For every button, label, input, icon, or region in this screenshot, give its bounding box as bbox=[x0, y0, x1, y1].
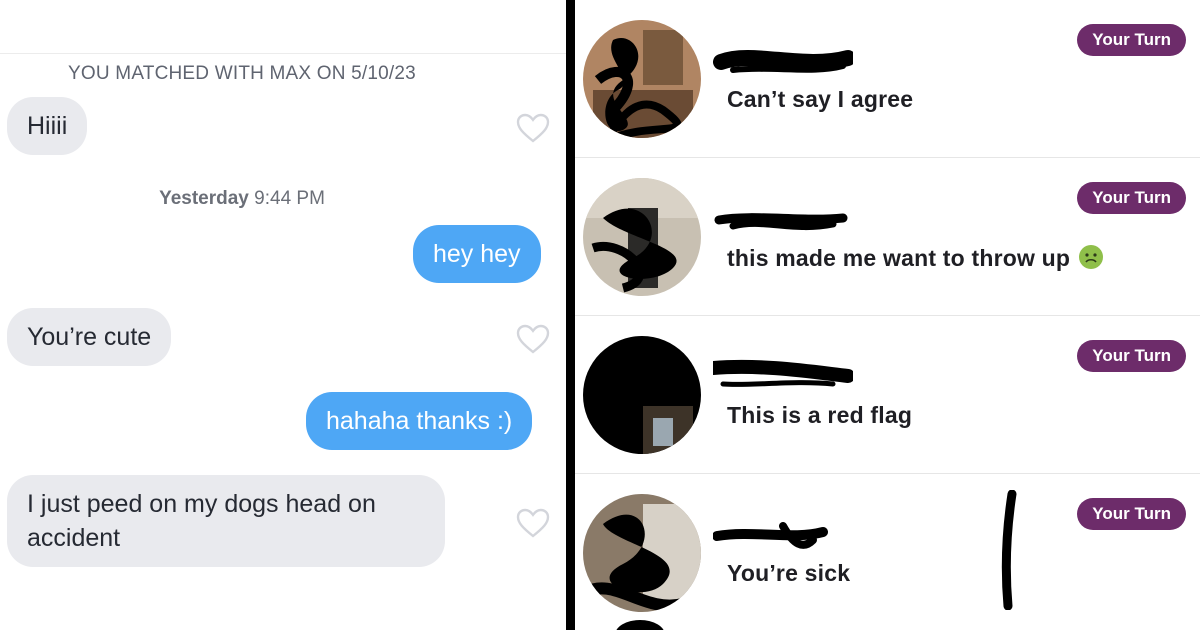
redacted-name-scribble bbox=[713, 522, 828, 549]
message-preview: this made me want to throw up bbox=[727, 244, 1104, 272]
your-turn-badge: Your Turn bbox=[1077, 340, 1186, 372]
message-preview: You’re sick bbox=[727, 560, 851, 586]
message-timestamp: Yesterday 9:44 PM bbox=[159, 188, 325, 209]
redacted-name-scribble bbox=[713, 359, 853, 387]
like-heart-icon[interactable] bbox=[515, 323, 551, 355]
message-bubble-incoming[interactable]: Hiiii bbox=[7, 97, 88, 155]
conversation-row[interactable]: this made me want to throw up Your Turn bbox=[575, 158, 1200, 316]
message-preview: Can’t say I agree bbox=[727, 86, 914, 112]
nauseated-face-icon bbox=[1079, 245, 1104, 269]
your-turn-badge: Your Turn bbox=[1077, 24, 1186, 56]
message-bubble-outgoing[interactable]: hey hey bbox=[413, 225, 541, 283]
message-bubble-incoming[interactable]: You’re cute bbox=[7, 308, 172, 366]
like-heart-icon[interactable] bbox=[515, 112, 551, 144]
avatar bbox=[583, 178, 701, 296]
your-turn-badge: Your Turn bbox=[1077, 498, 1186, 530]
match-banner: YOU MATCHED WITH MAX ON 5/10/23 bbox=[68, 63, 416, 84]
conversation-row[interactable]: This is a red flag Your Turn bbox=[575, 316, 1200, 474]
message-preview: This is a red flag bbox=[727, 402, 913, 428]
chat-panel: YOU MATCHED WITH MAX ON 5/10/23 Hiiii Ye… bbox=[0, 0, 566, 630]
redaction-mark bbox=[1001, 490, 1017, 610]
redacted-name-scribble bbox=[714, 213, 848, 231]
conversation-row[interactable]: You’re sick Your Turn bbox=[575, 474, 1200, 630]
conversation-row[interactable]: Can’t say I agree Your Turn bbox=[575, 0, 1200, 158]
header-divider bbox=[0, 53, 566, 54]
like-heart-icon[interactable] bbox=[515, 507, 551, 539]
avatar bbox=[583, 336, 701, 454]
panel-divider bbox=[566, 0, 575, 630]
avatar bbox=[583, 20, 701, 138]
your-turn-badge: Your Turn bbox=[1077, 182, 1186, 214]
avatar bbox=[583, 494, 701, 612]
message-bubble-outgoing[interactable]: hahaha thanks :) bbox=[306, 392, 533, 450]
conversation-list: Can’t say I agree Your Turn this made me… bbox=[575, 0, 1200, 630]
redacted-name-scribble bbox=[713, 50, 853, 73]
message-bubble-incoming[interactable]: I just peed on my dogs head on accident bbox=[7, 475, 445, 567]
